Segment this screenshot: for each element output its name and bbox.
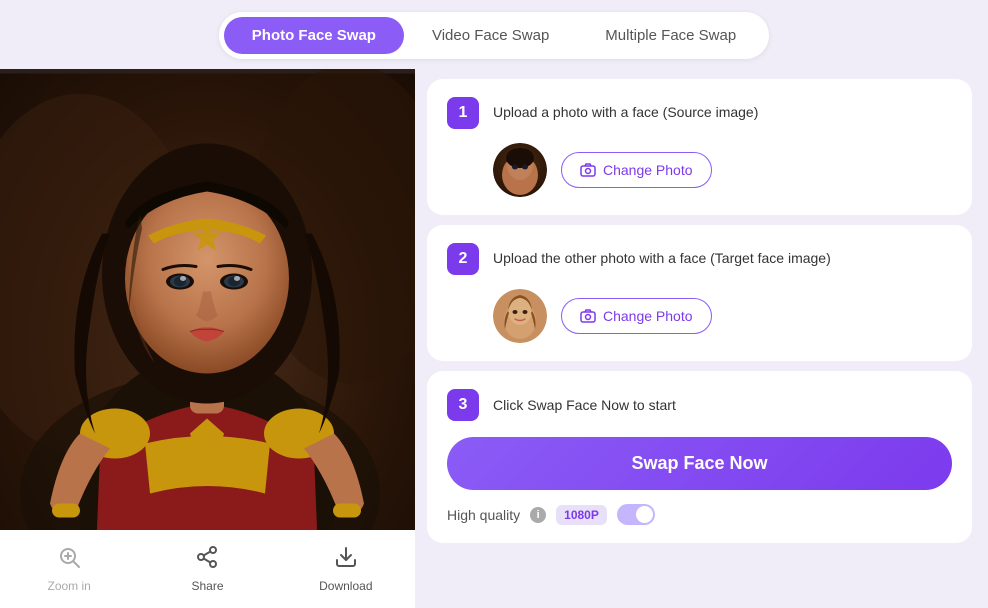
download-button[interactable]: Download (277, 537, 415, 601)
step1-badge: 1 (447, 97, 479, 129)
step2-thumb (493, 289, 547, 343)
swap-face-now-button[interactable]: Swap Face Now (447, 437, 952, 490)
step2-card: 2 Upload the other photo with a face (Ta… (427, 225, 972, 361)
step1-body: Change Photo (447, 143, 952, 197)
step3-card: 3 Click Swap Face Now to start Swap Face… (427, 371, 972, 543)
tab-bar: Photo Face Swap Video Face Swap Multiple… (0, 0, 988, 69)
step1-card: 1 Upload a photo with a face (Source ima… (427, 79, 972, 215)
quality-toggle[interactable] (617, 504, 655, 525)
main-content: Vidnoz Zoom in (0, 69, 988, 608)
quality-row: High quality i 1080P (447, 504, 952, 525)
quality-badge: 1080P (556, 505, 607, 525)
step2-title: Upload the other photo with a face (Targ… (493, 243, 831, 269)
zoom-label: Zoom in (47, 579, 90, 593)
download-label: Download (319, 579, 372, 593)
share-icon (195, 545, 219, 575)
step1-thumb (493, 143, 547, 197)
tab-multiple[interactable]: Multiple Face Swap (577, 17, 764, 54)
zoom-in-button[interactable]: Zoom in (0, 537, 138, 601)
camera-icon-2 (580, 308, 596, 324)
tab-container: Photo Face Swap Video Face Swap Multiple… (219, 12, 769, 59)
left-panel: Vidnoz Zoom in (0, 69, 415, 608)
step2-body: Change Photo (447, 289, 952, 343)
bottom-toolbar: Zoom in Share (0, 530, 415, 608)
share-label: Share (191, 579, 223, 593)
quality-label: High quality (447, 507, 520, 523)
step3-title: Click Swap Face Now to start (493, 397, 676, 413)
step2-badge: 2 (447, 243, 479, 275)
tab-video[interactable]: Video Face Swap (404, 17, 577, 54)
step2-header: 2 Upload the other photo with a face (Ta… (447, 243, 952, 275)
step3-header: 3 Click Swap Face Now to start (447, 389, 952, 421)
right-panel: 1 Upload a photo with a face (Source ima… (415, 69, 988, 608)
step1-header: 1 Upload a photo with a face (Source ima… (447, 97, 952, 129)
step1-title: Upload a photo with a face (Source image… (493, 97, 758, 123)
step3-badge: 3 (447, 389, 479, 421)
camera-icon (580, 162, 596, 178)
tab-photo[interactable]: Photo Face Swap (224, 17, 404, 54)
download-icon (334, 545, 358, 575)
share-button[interactable]: Share (138, 537, 276, 601)
zoom-icon (57, 545, 81, 575)
info-icon[interactable]: i (530, 507, 546, 523)
step2-change-photo-button[interactable]: Change Photo (561, 298, 712, 334)
main-image: Vidnoz (0, 69, 415, 608)
step1-change-photo-button[interactable]: Change Photo (561, 152, 712, 188)
toggle-knob (636, 506, 653, 523)
